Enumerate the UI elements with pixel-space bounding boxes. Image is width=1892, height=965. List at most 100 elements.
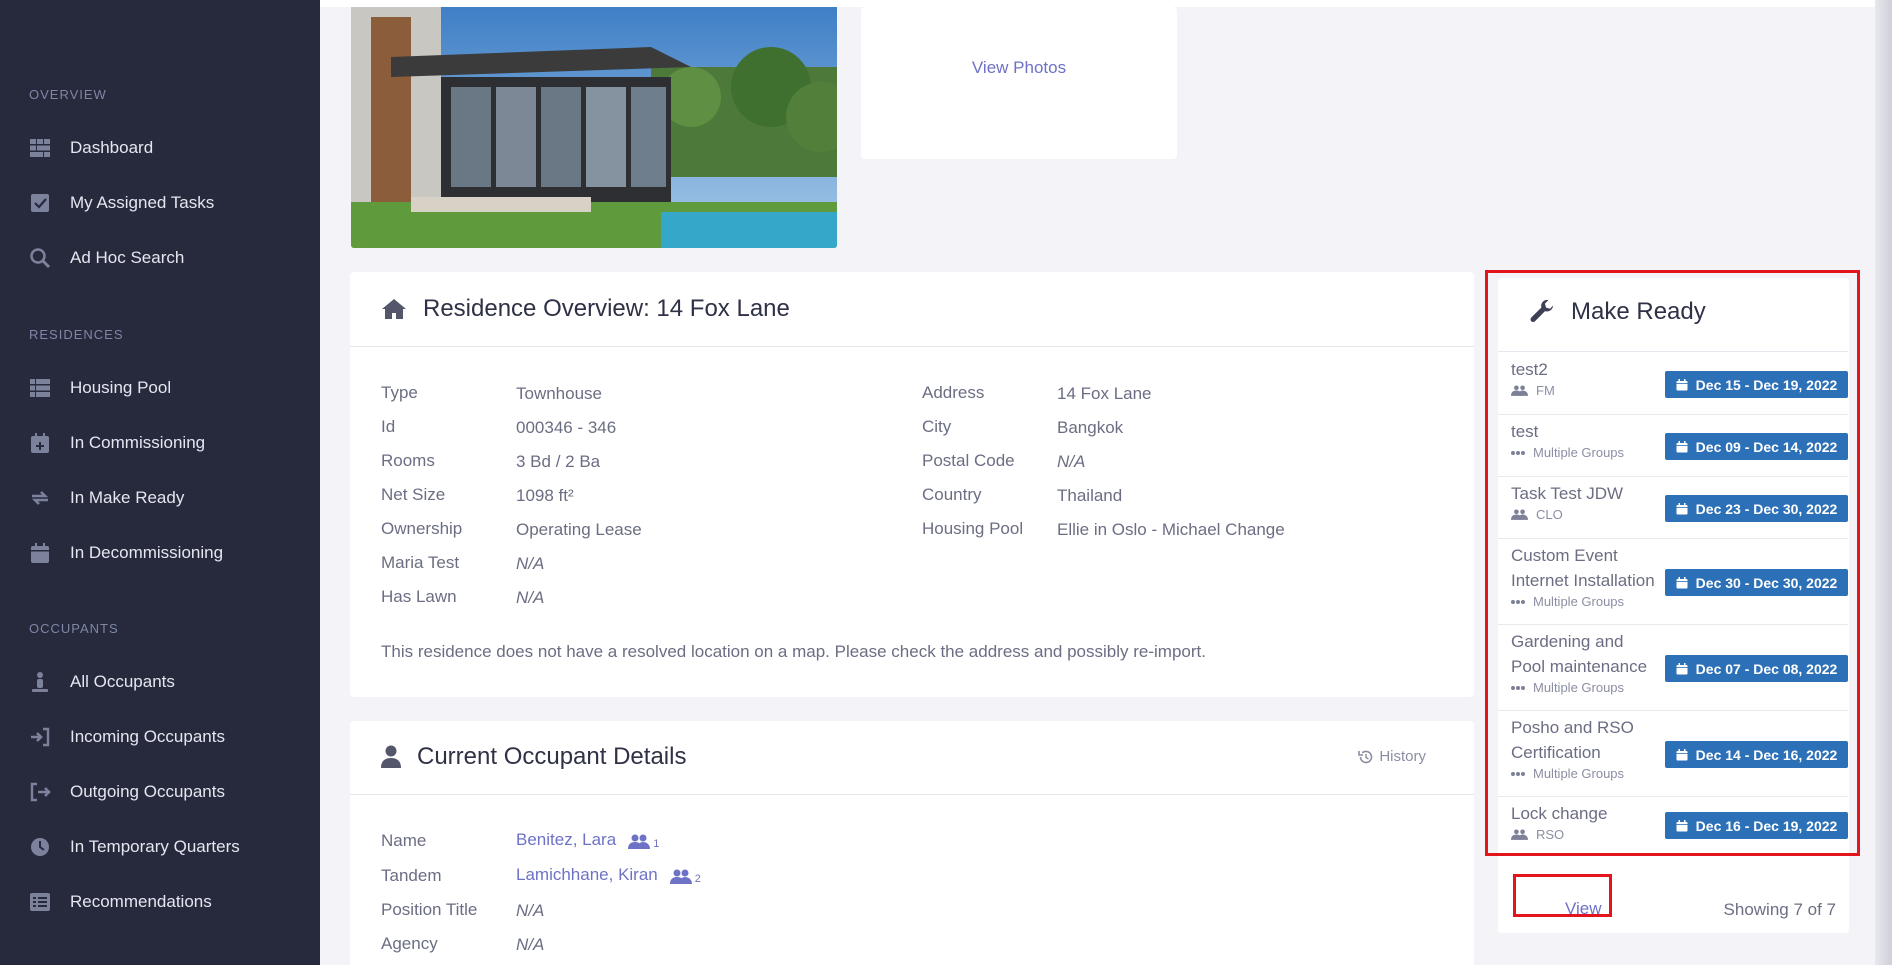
refresh-icon [29,487,51,509]
tandem-name: Lamichhane, Kiran 2 [516,865,701,885]
sidebar-item-label: In Commissioning [70,433,206,452]
top-bar [320,0,1875,7]
rooms-label: Rooms [381,451,435,470]
current-occupant-card: Current Occupant Details History Name Be… [350,721,1474,965]
housing-pool-label: Housing Pool [922,519,1024,538]
family-count: 2 [694,873,701,885]
sidebar-item-in-make-ready[interactable]: In Make Ready [29,481,184,515]
main-content: View Photos Residence Overview: 14 Fox L… [320,0,1892,965]
sidebar-item-recommendations[interactable]: Recommendations [29,885,212,919]
sidebar-item-in-commissioning[interactable]: In Commissioning [29,426,205,460]
address-value: 14 Fox Lane [1057,384,1152,403]
sidebar-item-label: Ad Hoc Search [70,248,185,267]
sidebar-item-label: In Decommissioning [70,543,224,562]
home-icon [381,298,407,320]
checkbox-icon [29,192,51,214]
residence-overview-card: Residence Overview: 14 Fox Lane Type Tow… [350,272,1474,697]
highlight-box-task-list [1485,270,1860,856]
highlight-box-view [1513,874,1612,917]
position-title-value: N/A [516,901,545,920]
sidebar-item-label: Outgoing Occupants [70,782,225,801]
list-icon [29,377,51,399]
photos-card: View Photos [861,7,1177,159]
sidebar-item-label: Incoming Occupants [70,727,225,746]
sidebar-item-label: All Occupants [70,672,175,691]
sidebar-item-label: My Assigned Tasks [70,193,215,212]
country-label: Country [922,485,982,504]
sidebar-item-in-decommissioning[interactable]: In Decommissioning [29,536,223,570]
sidebar-item-in-temporary-quarters[interactable]: In Temporary Quarters [29,830,240,864]
agency-label: Agency [381,934,438,953]
tandem-label: Tandem [381,866,442,885]
residence-overview-title: Residence Overview: 14 Fox Lane [381,295,790,323]
family-icon [669,869,692,885]
sidebar-item-my-assigned-tasks[interactable]: My Assigned Tasks [29,186,214,220]
address-label: Address [922,383,985,402]
sidebar-item-incoming-occupants[interactable]: Incoming Occupants [29,720,225,754]
maria-test-label: Maria Test [381,553,460,572]
section-label-occupants: OCCUPANTS [29,621,119,636]
divider [350,346,1474,347]
type-value: Townhouse [516,384,603,403]
tandem-name-link[interactable]: Lamichhane, Kiran [516,865,658,885]
divider [350,794,1474,795]
family-count: 1 [653,838,660,850]
postal-code-label: Postal Code [922,451,1015,470]
sidebar-item-all-occupants[interactable]: All Occupants [29,665,175,699]
name-label: Name [381,831,427,850]
occupant-name-link[interactable]: Benitez, Lara [516,830,616,850]
sidebar: OVERVIEW Dashboard My Assigned Tasks Ad … [0,0,320,965]
maria-test-value: N/A [516,554,545,573]
calendar-plus-icon [29,432,51,454]
ownership-value: Operating Lease [516,520,642,539]
view-photos-link[interactable]: View Photos [861,58,1177,78]
country-value: Thailand [1057,486,1123,505]
list-alt-icon [29,891,51,913]
calendar-icon [29,542,51,564]
sidebar-item-label: Dashboard [70,138,154,157]
net-size-label: Net Size [381,485,446,504]
map-location-note: This residence does not have a resolved … [381,642,1206,661]
card-title-text: Current Occupant Details [417,743,687,770]
search-icon [29,247,51,269]
sidebar-item-label: In Make Ready [70,488,185,507]
housing-pool-value: Ellie in Oslo - Michael Change [1057,520,1285,539]
residence-photo[interactable] [351,7,837,248]
dashboard-icon [29,137,51,159]
ownership-label: Ownership [381,519,463,538]
clock-icon [29,836,51,858]
sidebar-item-label: Housing Pool [70,378,172,397]
rooms-value: 3 Bd / 2 Ba [516,452,601,471]
has-lawn-label: Has Lawn [381,587,457,606]
current-occupant-title: Current Occupant Details [381,743,686,771]
sidebar-item-dashboard[interactable]: Dashboard [29,131,153,165]
history-icon [1358,749,1374,765]
sidebar-item-label: In Temporary Quarters [70,837,240,856]
user-icon [381,745,401,769]
postal-code-value: N/A [1057,452,1086,471]
history-link[interactable]: History [1358,748,1426,765]
sidebar-item-outgoing-occupants[interactable]: Outgoing Occupants [29,775,225,809]
person-icon [29,671,51,693]
agency-value: N/A [516,935,545,954]
city-label: City [922,417,952,436]
position-title-label: Position Title [381,900,478,919]
section-label-overview: OVERVIEW [29,87,107,102]
id-value: 000346 - 346 [516,418,617,437]
card-title-text: Residence Overview: 14 Fox Lane [423,295,790,322]
net-size-value: 1098 ft² [516,486,574,505]
family-icon [628,834,651,850]
history-label: History [1379,748,1426,765]
section-label-residences: RESIDENCES [29,327,124,342]
sidebar-item-housing-pool[interactable]: Housing Pool [29,371,171,405]
scrollbar-track[interactable] [1875,0,1892,965]
sidebar-item-label: Recommendations [70,892,212,911]
occupant-name: Benitez, Lara 1 [516,830,659,850]
type-label: Type [381,383,418,402]
city-value: Bangkok [1057,418,1124,437]
showing-count: Showing 7 of 7 [1723,900,1836,919]
sign-in-icon [29,726,51,748]
id-label: Id [381,417,396,436]
sign-out-icon [29,781,51,803]
sidebar-item-ad-hoc-search[interactable]: Ad Hoc Search [29,241,184,275]
